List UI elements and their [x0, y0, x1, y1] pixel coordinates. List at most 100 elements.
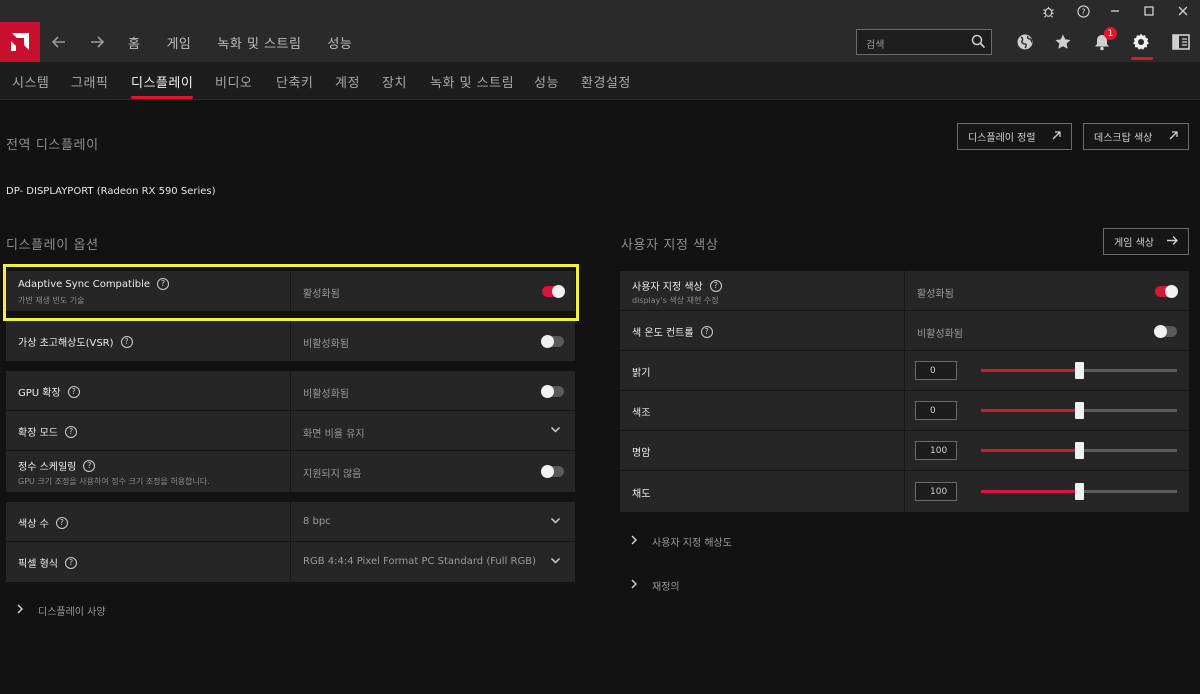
help-icon[interactable]: ? [64, 556, 77, 569]
saturation-slider[interactable] [981, 483, 1177, 500]
help-icon[interactable]: ? [67, 385, 80, 398]
slider-fill [981, 409, 1079, 412]
gpu-scaling-label: GPU 확장 ? [18, 384, 80, 399]
tab-devices[interactable]: 장치 [382, 72, 407, 91]
tab-system[interactable]: 시스템 [12, 72, 49, 91]
help-icon[interactable]: ? [709, 279, 722, 292]
maximize-icon[interactable] [1132, 0, 1166, 22]
game-color-button[interactable]: 게임 색상 [1103, 228, 1189, 255]
help-icon[interactable]: ? [700, 325, 713, 338]
help-icon[interactable]: ? [120, 335, 133, 348]
color-temp-value: 비활성화됨 [917, 329, 963, 340]
nav-performance[interactable]: 성능 [327, 33, 352, 52]
chevron-down-icon[interactable] [550, 424, 561, 438]
active-tab-indicator [131, 96, 193, 99]
search-input[interactable]: 검색 [856, 29, 992, 55]
settings-tabs: 시스템 그래픽 디스플레이 비디오 단축키 계정 장치 녹화 및 스트림 성능 … [0, 62, 1200, 100]
tab-record-stream[interactable]: 녹화 및 스트림 [430, 72, 514, 91]
brightness-input[interactable]: 0 [915, 361, 957, 380]
tab-hotkeys[interactable]: 단축키 [276, 72, 313, 91]
vsr-row: 가상 초고해상도(VSR) ? 비활성화됨 [6, 321, 575, 361]
slider-thumb[interactable] [1075, 402, 1084, 419]
hue-control: 0 [905, 391, 1189, 431]
amd-logo[interactable] [0, 22, 40, 62]
display-align-button[interactable]: 디스플레이 정렬 [957, 123, 1072, 150]
tab-graphics[interactable]: 그래픽 [71, 72, 108, 91]
help-icon[interactable]: ? [83, 459, 96, 472]
tab-preferences[interactable]: 환경설정 [581, 72, 631, 91]
adaptive-sync-row: Adaptive Sync Compatible ? 가변 재생 빈도 기술 활… [6, 271, 575, 311]
adaptive-sync-value: 활성화됨 [303, 289, 340, 300]
adaptive-sync-label: Adaptive Sync Compatible ? [18, 278, 170, 290]
vsr-toggle[interactable] [541, 335, 564, 348]
display-specs-expander[interactable]: 디스플레이 사양 [16, 603, 106, 618]
gear-icon[interactable] [1129, 30, 1153, 54]
display-specs-label: 디스플레이 사양 [38, 607, 106, 618]
forward-arrow-icon[interactable] [85, 30, 109, 54]
color-temp-toggle[interactable] [1154, 325, 1177, 338]
slider-row-saturation: 채도 100 [620, 471, 1189, 512]
chevron-right-icon [630, 579, 638, 592]
chevron-right-icon [16, 604, 24, 617]
nav-record-stream[interactable]: 녹화 및 스트림 [217, 33, 301, 52]
desktop-color-button[interactable]: 데스크탑 색상 [1083, 123, 1189, 150]
back-arrow-icon[interactable] [47, 30, 71, 54]
scaling-mode-value: 화면 비율 유지 [303, 429, 365, 440]
chevron-down-icon[interactable] [550, 515, 561, 529]
chevron-down-icon[interactable] [550, 555, 561, 569]
slider-thumb[interactable] [1075, 442, 1084, 459]
display-settings-page: 전역 디스플레이 디스플레이 정렬 데스크탑 색상 DP- DISPLAYPOR… [0, 100, 1200, 694]
gpu-scaling-toggle[interactable] [541, 385, 564, 398]
pixel-format-row[interactable]: 픽셀 형식 ? RGB 4:4:4 Pixel Format PC Standa… [6, 542, 575, 582]
color-temp-label: 색 온도 컨트롤 ? [632, 324, 713, 339]
hue-input[interactable]: 0 [915, 401, 957, 420]
slider-row-hue: 색조 0 [620, 391, 1189, 431]
close-icon[interactable] [1166, 0, 1200, 22]
custom-resolution-expander[interactable]: 사용자 지정 해상도 [630, 534, 732, 549]
slider-thumb[interactable] [1075, 483, 1084, 500]
custom-color-label: 사용자 지정 색상 ? [632, 278, 722, 293]
custom-color-row: 사용자 지정 색상 ? display's 색상 재현 수정 활성화됨 [620, 271, 1189, 311]
scaling-mode-row[interactable]: 확장 모드 ? 화면 비율 유지 [6, 411, 575, 451]
globe-icon[interactable] [1013, 30, 1037, 54]
tab-video[interactable]: 비디오 [215, 72, 252, 91]
color-depth-row[interactable]: 색상 수 ? 8 bpc [6, 502, 575, 542]
nav-home[interactable]: 홈 [128, 33, 140, 52]
search-icon[interactable] [971, 34, 986, 52]
help-icon[interactable]: ? [1066, 0, 1100, 22]
app-header: 홈 게임 녹화 및 스트림 성능 검색 [0, 22, 1200, 62]
tab-performance[interactable]: 성능 [534, 72, 559, 91]
settings-active-indicator [1131, 57, 1153, 60]
slider-row-contrast: 명암 100 [620, 431, 1189, 471]
tab-account[interactable]: 계정 [335, 72, 360, 91]
display-align-label: 디스플레이 정렬 [968, 133, 1036, 144]
override-expander[interactable]: 재정의 [630, 578, 680, 593]
help-icon[interactable]: ? [64, 425, 77, 438]
global-display-heading: 전역 디스플레이 [6, 138, 99, 153]
override-label: 재정의 [652, 582, 680, 593]
adaptive-sync-toggle[interactable] [542, 285, 565, 298]
saturation-input[interactable]: 100 [915, 482, 957, 501]
help-icon[interactable]: ? [55, 516, 68, 529]
hue-slider[interactable] [981, 402, 1177, 419]
nav-game[interactable]: 게임 [166, 33, 191, 52]
svg-text:?: ? [1081, 6, 1085, 16]
star-icon[interactable] [1051, 30, 1075, 54]
layout-toggle-icon[interactable] [1169, 30, 1193, 54]
slider-thumb[interactable] [1075, 362, 1084, 379]
hue-label: 색조 [632, 408, 651, 419]
contrast-control: 100 [905, 431, 1189, 471]
contrast-input[interactable]: 100 [915, 441, 957, 460]
brightness-control: 0 [905, 351, 1189, 391]
brightness-slider[interactable] [981, 362, 1177, 379]
contrast-slider[interactable] [981, 442, 1177, 459]
tab-display[interactable]: 디스플레이 [131, 72, 193, 91]
top-nav: 홈 게임 녹화 및 스트림 성능 [128, 22, 378, 62]
color-temp-row: 색 온도 컨트롤 ? 비활성화됨 [620, 311, 1189, 351]
help-icon[interactable]: ? [157, 278, 170, 290]
minimize-icon[interactable] [1098, 0, 1132, 22]
bug-report-icon[interactable] [1031, 0, 1065, 22]
custom-color-toggle[interactable] [1155, 285, 1178, 298]
integer-scaling-toggle[interactable] [541, 465, 564, 478]
pixel-format-label: 픽셀 형식 ? [18, 555, 77, 570]
